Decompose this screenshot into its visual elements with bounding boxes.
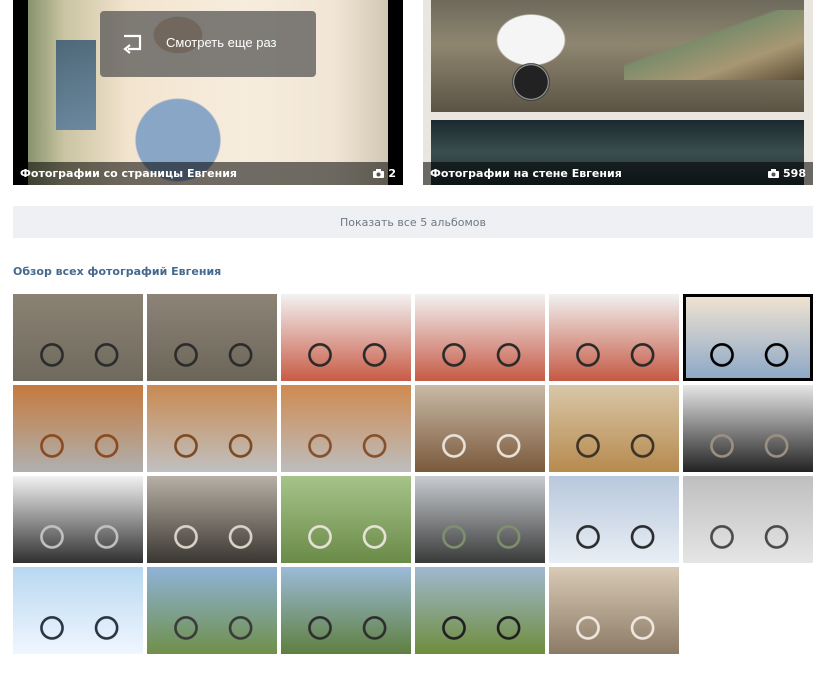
album-caption: Фотографии на стене Евгения 598 <box>423 162 813 185</box>
show-all-albums-button[interactable]: Показать все 5 альбомов <box>13 206 813 238</box>
photo-thumbnail[interactable] <box>683 294 813 381</box>
album-count: 598 <box>768 167 806 180</box>
photo-thumbnail[interactable] <box>415 567 545 654</box>
photo-thumbnail[interactable] <box>147 294 277 381</box>
photo-thumbnail[interactable] <box>281 567 411 654</box>
photo-thumbnail[interactable] <box>13 385 143 472</box>
photo-thumbnail[interactable] <box>147 385 277 472</box>
photo-thumbnail[interactable] <box>13 294 143 381</box>
album-count-value: 598 <box>783 167 806 180</box>
album-title: Фотографии со страницы Евгения <box>20 167 237 180</box>
photo-thumbnail[interactable] <box>549 476 679 563</box>
replay-overlay-button[interactable]: Смотреть еще раз <box>100 11 316 77</box>
photo-thumbnail[interactable] <box>549 294 679 381</box>
background-shelf <box>56 40 96 130</box>
photo-thumbnail[interactable] <box>549 385 679 472</box>
camera-icon <box>768 169 780 178</box>
photo-thumbnail[interactable] <box>281 476 411 563</box>
background-road <box>624 10 804 80</box>
album-count-value: 2 <box>388 167 396 180</box>
all-photos-heading-link[interactable]: Обзор всех фотографий Евгения <box>13 265 221 278</box>
photo-thumbnail[interactable] <box>683 476 813 563</box>
album-wall-photos[interactable]: Фотографии на стене Евгения 598 <box>423 0 813 185</box>
photo-thumbnail[interactable] <box>147 476 277 563</box>
photo-thumbnail[interactable] <box>415 294 545 381</box>
photo-thumbnail[interactable] <box>415 476 545 563</box>
replay-label: Смотреть еще раз <box>166 35 277 50</box>
album-caption: Фотографии со страницы Евгения 2 <box>13 162 403 185</box>
photo-thumbnail[interactable] <box>147 567 277 654</box>
photo-thumbnail[interactable] <box>281 385 411 472</box>
album-cover-image <box>431 0 804 112</box>
photo-thumbnail[interactable] <box>549 567 679 654</box>
photo-thumbnail[interactable] <box>13 567 143 654</box>
album-count: 2 <box>373 167 396 180</box>
replay-icon <box>123 34 142 54</box>
album-title: Фотографии на стене Евгения <box>430 167 622 180</box>
camera-icon <box>373 169 385 178</box>
photo-thumbnail[interactable] <box>281 294 411 381</box>
photo-thumbnail[interactable] <box>415 385 545 472</box>
album-page-photos[interactable]: Смотреть еще раз Фотографии со страницы … <box>13 0 403 185</box>
photo-thumbnail[interactable] <box>683 385 813 472</box>
photo-thumbnail[interactable] <box>13 476 143 563</box>
